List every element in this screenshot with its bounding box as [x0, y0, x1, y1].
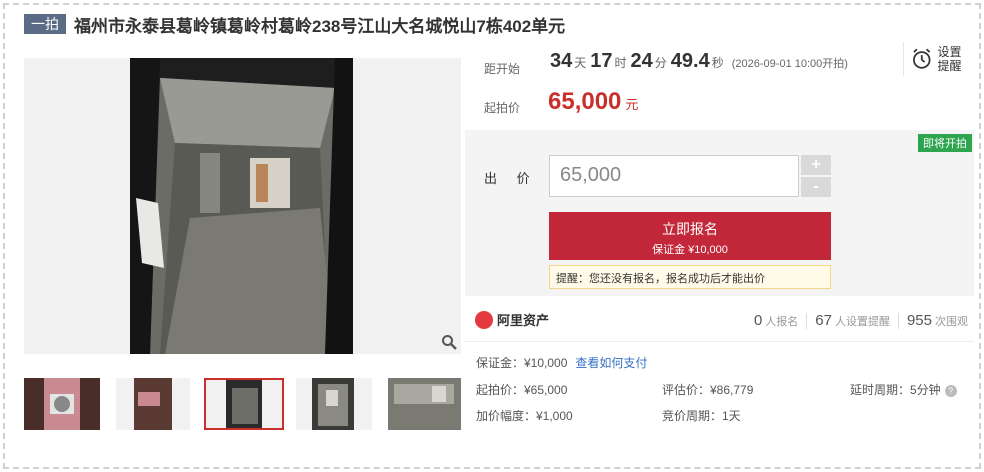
- alarm-clock-icon: [913, 48, 931, 69]
- register-now-button[interactable]: 立即报名 保证金 ¥10,000: [549, 212, 831, 260]
- countdown-hours-unit: 时: [614, 56, 627, 70]
- auction-round-tag: 一拍: [24, 14, 66, 34]
- countdown-hours: 17: [590, 50, 613, 72]
- countdown-start-time: (2026-09-01 10:00开拍): [731, 58, 848, 70]
- thumbnail-2[interactable]: [116, 378, 190, 430]
- platform-name: 阿里资产: [497, 313, 550, 328]
- detail-valuation: 评估价：¥86,779: [662, 383, 754, 397]
- help-icon[interactable]: ?: [944, 385, 957, 397]
- detail-increment: 加价幅度：¥1,000: [476, 409, 573, 423]
- detail-start-price: 起拍价：¥65,000: [476, 383, 568, 397]
- decrease-bid-button[interactable]: -: [801, 177, 831, 197]
- start-price: 65,000 元: [548, 88, 638, 116]
- auction-info: 距开始 34 天 17 时 24 分 49.4 秒 (2026-09-01 10…: [476, 40, 971, 130]
- start-price-unit: 元: [625, 97, 639, 112]
- registration-tip: 提醒：您还没有报名，报名成功后才能出价: [549, 265, 831, 289]
- thumbnail-1[interactable]: [24, 378, 100, 430]
- register-button-deposit: 保证金 ¥10,000: [652, 244, 728, 256]
- auction-details: 保证金：¥10,000 查看如何支付 起拍价：¥65,000 加价幅度：¥1,00…: [476, 350, 971, 430]
- view-count: 955: [906, 312, 932, 329]
- signup-count: 0: [753, 312, 763, 329]
- countdown-minutes-unit: 分: [654, 56, 667, 70]
- start-price-value: 65,000: [548, 88, 622, 115]
- property-photo: [130, 58, 353, 354]
- how-to-pay-link[interactable]: 查看如何支付: [575, 356, 647, 370]
- ali-assets-logo[interactable]: 阿里资产: [475, 310, 549, 329]
- bid-label: 出 价: [484, 171, 538, 186]
- auction-stats: 0 人报名 67 人设置提醒 955 次围观: [754, 312, 968, 329]
- platform-stats-row: 阿里资产 0 人报名 67 人设置提醒 955 次围观: [465, 302, 974, 342]
- countdown-seconds: 49.4: [670, 50, 710, 72]
- countdown-minutes: 24: [630, 50, 653, 72]
- page-title: 福州市永泰县葛岭镇葛岭村葛岭238号江山大名城悦山7栋402单元: [74, 16, 566, 36]
- view-count-label: 次围观: [935, 316, 968, 328]
- thumbnail-4[interactable]: [296, 378, 372, 430]
- set-reminder-label: 设置提醒: [937, 45, 962, 73]
- reminder-count: 67: [815, 312, 832, 329]
- bid-panel: 即将开拍 出 价 65,000 + - 立即报名 保证金 ¥10,000 提醒：…: [465, 130, 974, 296]
- status-badge: 即将开拍: [918, 134, 972, 152]
- detail-delay-cycle: 延时周期：5分钟: [850, 383, 941, 397]
- set-reminder-button[interactable]: 设置提醒: [903, 42, 965, 76]
- ali-assets-logo-icon: [475, 310, 493, 329]
- countdown-days: 34: [550, 50, 573, 72]
- zoom-icon[interactable]: [441, 334, 457, 350]
- countdown-label: 距开始: [484, 62, 521, 76]
- main-image-viewer[interactable]: [24, 58, 461, 354]
- signup-count-label: 人报名: [765, 316, 799, 328]
- bid-amount-input[interactable]: 65,000: [549, 155, 799, 197]
- title-row: 一拍 福州市永泰县葛岭镇葛岭村葛岭238号江山大名城悦山7栋402单元: [24, 13, 566, 36]
- thumbnail-3-active[interactable]: [204, 378, 284, 430]
- start-price-label: 起拍价: [484, 101, 521, 115]
- detail-bid-cycle: 竞价周期：1天: [662, 409, 741, 423]
- countdown-seconds-unit: 秒: [711, 56, 724, 70]
- thumbnail-strip: [24, 378, 461, 430]
- countdown-timer: 34 天 17 时 24 分 49.4 秒 (2026-09-01 10:00开…: [550, 50, 848, 73]
- increase-bid-button[interactable]: +: [801, 155, 831, 175]
- countdown-days-unit: 天: [574, 56, 587, 70]
- deposit-info: 保证金：¥10,000: [476, 356, 568, 370]
- thumbnail-5[interactable]: [388, 378, 461, 430]
- reminder-count-label: 人设置提醒: [834, 316, 890, 328]
- register-button-title: 立即报名: [662, 221, 718, 237]
